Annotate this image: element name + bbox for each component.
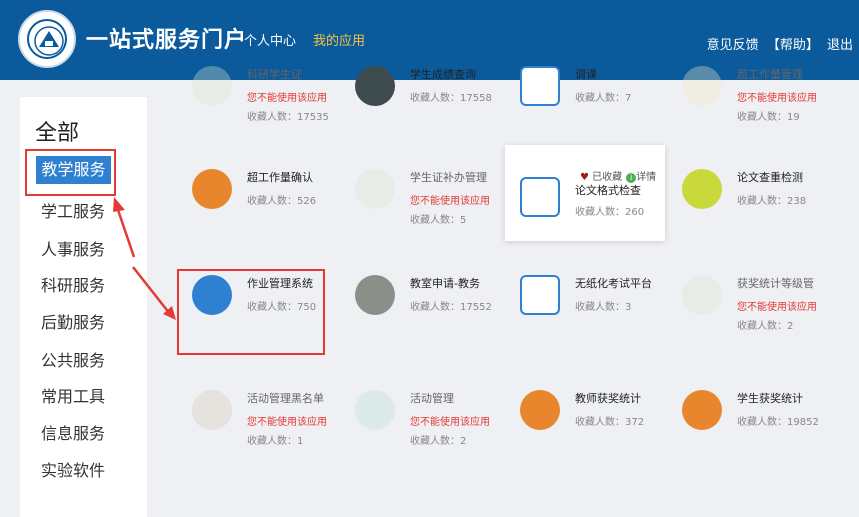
info-icon: i — [626, 173, 637, 183]
favorite-details-bar: ♥ 已收藏 i 详情 — [580, 168, 656, 183]
app-favorites-count: 收藏人数：750 — [247, 302, 317, 313]
app-title: 超工作量管理 — [737, 68, 803, 81]
app-card[interactable]: 调课收藏人数：7 — [505, 44, 665, 140]
logout-link[interactable]: 退出 — [827, 38, 853, 53]
app-favorites-count: 收藏人数：19 — [737, 112, 800, 123]
app-icon — [682, 66, 722, 106]
app-card[interactable]: 学生证补办管理 您不能使用该应用 收藏人数：5 — [340, 147, 500, 243]
app-title: 学生证补办管理 — [410, 171, 487, 184]
app-icon — [682, 390, 722, 430]
app-icon — [192, 275, 232, 315]
logo-emblem-icon — [34, 26, 64, 56]
app-title: 论文查重检测 — [737, 171, 803, 184]
heart-icon: ♥ — [580, 172, 589, 183]
app-card[interactable]: 教室申请-教务收藏人数：17552 — [340, 253, 500, 349]
app-favorites-count: 收藏人数：17558 — [410, 93, 492, 104]
app-status: 您不能使用该应用 — [737, 302, 817, 313]
app-title: 学生成绩查询 — [410, 68, 476, 81]
app-status: 您不能使用该应用 — [410, 417, 490, 428]
app-card[interactable]: 无纸化考试平台 收藏人数：3 — [505, 253, 665, 349]
app-icon — [355, 390, 395, 430]
sidebar-item-student-affairs[interactable]: 学工服务 — [41, 198, 105, 222]
app-title: 教室申请-教务 — [410, 277, 480, 290]
app-icon — [520, 275, 560, 315]
app-card[interactable]: 教师获奖统计 收藏人数：372 — [505, 368, 665, 464]
app-favorites-count: 收藏人数：372 — [575, 417, 645, 428]
app-card[interactable]: 学生获奖统计收藏人数：19852 — [667, 368, 827, 464]
favorited-label[interactable]: 已收藏 — [592, 172, 622, 183]
annotation-arrow-up — [113, 197, 136, 258]
app-icon — [355, 66, 395, 106]
app-favorites-count: 收藏人数：17552 — [410, 302, 492, 313]
app-card[interactable]: 获奖统计等级管 您不能使用该应用 收藏人数：2 — [667, 253, 827, 349]
app-title: 活动管理黑名单 — [247, 392, 324, 405]
app-status: 您不能使用该应用 — [410, 196, 490, 207]
app-icon — [355, 169, 395, 209]
app-card[interactable]: 科研学生证您不能使用该应用 收藏人数：17535 — [177, 44, 337, 140]
app-favorites-count: 收藏人数：3 — [575, 302, 632, 313]
sidebar-item-personnel[interactable]: 人事服务 — [41, 236, 105, 260]
app-title: 调课 — [575, 68, 597, 81]
app-title: 科研学生证 — [247, 68, 302, 81]
app-title: 获奖统计等级管 — [737, 277, 814, 290]
annotation-arrow-down — [132, 266, 176, 320]
app-title: 作业管理系统 — [247, 277, 313, 290]
sidebar-item-lab-software[interactable]: 实验软件 — [41, 457, 105, 481]
details-link[interactable]: 详情 — [636, 172, 656, 183]
app-status: 您不能使用该应用 — [737, 93, 817, 104]
app-favorites-count: 收藏人数：17535 — [247, 112, 329, 123]
app-status: 您不能使用该应用 — [247, 417, 327, 428]
app-favorites-count: 收藏人数：2 — [410, 436, 467, 447]
app-title: 学生获奖统计 — [737, 392, 803, 405]
app-title: 教师获奖统计 — [575, 392, 641, 405]
app-title: 超工作量确认 — [247, 171, 313, 184]
app-favorites-count: 收藏人数：7 — [575, 93, 632, 104]
sidebar-item-research[interactable]: 科研服务 — [41, 272, 105, 296]
app-title: 论文格式检查 — [575, 184, 641, 197]
category-all[interactable]: 全部 — [35, 115, 79, 147]
app-favorites-count: 收藏人数：238 — [737, 196, 807, 207]
app-card[interactable]: 作业管理系统 收藏人数：750 — [177, 253, 337, 349]
highlight-box-teaching — [25, 149, 116, 196]
app-favorites-count: 收藏人数：526 — [247, 196, 317, 207]
app-icon — [520, 66, 560, 106]
app-card[interactable]: 论文查重检测 收藏人数：238 — [667, 147, 827, 243]
sidebar-item-logistics[interactable]: 后勤服务 — [41, 309, 105, 333]
app-card[interactable]: 学生成绩查询收藏人数：17558 — [340, 44, 500, 140]
app-card[interactable]: 活动管理黑名单 您不能使用该应用 收藏人数：1 — [177, 368, 337, 464]
app-favorites-count: 收藏人数：19852 — [737, 417, 819, 428]
app-icon — [192, 390, 232, 430]
app-favorites-count: 收藏人数：260 — [575, 207, 645, 218]
app-icon — [192, 66, 232, 106]
app-card[interactable]: 论文格式检查 收藏人数：260 ♥ 已收藏 i 详情 — [505, 145, 665, 241]
app-title: 无纸化考试平台 — [575, 277, 652, 290]
sidebar-item-information[interactable]: 信息服务 — [41, 420, 105, 444]
app-card[interactable]: 活动管理您不能使用该应用 收藏人数：2 — [340, 368, 500, 464]
app-favorites-count: 收藏人数：2 — [737, 321, 794, 332]
university-logo — [18, 10, 76, 68]
app-title: 活动管理 — [410, 392, 454, 405]
sidebar-item-public[interactable]: 公共服务 — [41, 347, 105, 371]
app-icon — [520, 177, 560, 217]
app-icon — [355, 275, 395, 315]
app-icon — [192, 169, 232, 209]
app-icon — [682, 169, 722, 209]
sidebar-item-tools[interactable]: 常用工具 — [41, 383, 105, 407]
app-favorites-count: 收藏人数：1 — [247, 436, 304, 447]
app-favorites-count: 收藏人数：5 — [410, 215, 467, 226]
app-icon — [682, 275, 722, 315]
app-icon — [520, 390, 560, 430]
app-status: 您不能使用该应用 — [247, 93, 327, 104]
app-card[interactable]: 超工作量管理您不能使用该应用 收藏人数：19 — [667, 44, 827, 140]
app-card[interactable]: 超工作量确认 收藏人数：526 — [177, 147, 337, 243]
